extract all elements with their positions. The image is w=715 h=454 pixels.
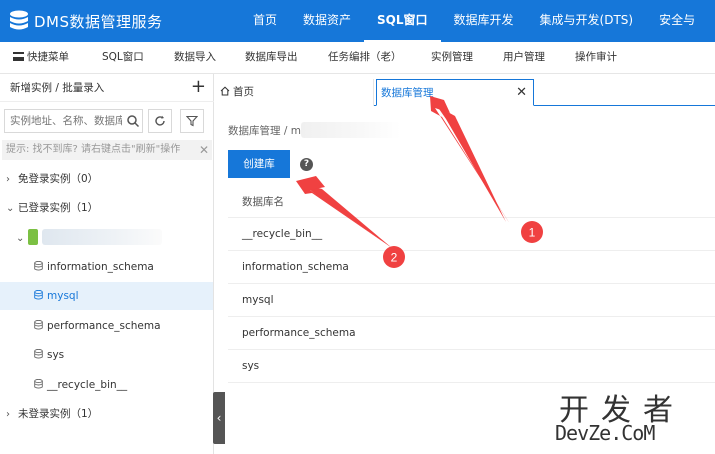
watermark-en: DevZe.CoM (555, 421, 655, 445)
marker-1-label: 1 (529, 226, 536, 240)
watermark: 开发者 DevZe.CoM (555, 385, 715, 449)
marker-2-label: 2 (391, 251, 398, 265)
